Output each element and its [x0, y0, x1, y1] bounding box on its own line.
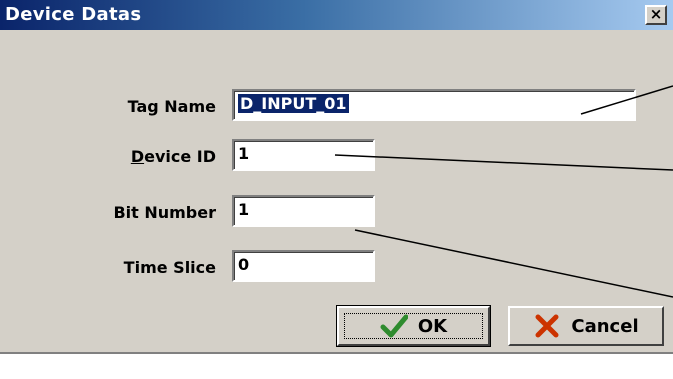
callout-lines [334, 85, 673, 298]
callout-line-bit-number [354, 229, 673, 298]
callout-line-device-id [334, 154, 673, 171]
callout-line-tag-name [580, 85, 673, 115]
